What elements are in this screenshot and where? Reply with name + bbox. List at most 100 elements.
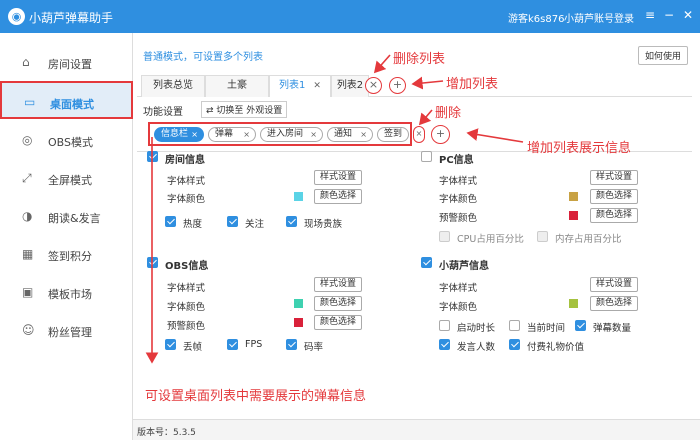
font-style-label: 字体样式: [167, 283, 206, 294]
annotation-delete: 删除: [435, 106, 462, 121]
warn-color-select-button[interactable]: 颜色选择: [590, 208, 638, 223]
delete-list-button[interactable]: ×: [365, 77, 382, 94]
follow-checkbox[interactable]: [227, 216, 238, 227]
hulu-info-checkbox[interactable]: [421, 257, 432, 268]
current-time-checkbox[interactable]: [509, 320, 520, 331]
heat-label: 热度: [183, 219, 203, 230]
sidebar-item-label: 签到积分: [48, 250, 92, 263]
color-select-button[interactable]: 颜色选择: [314, 189, 362, 204]
sidebar-item-label: 全屏模式: [48, 174, 92, 187]
font-color-swatch: [569, 192, 578, 201]
fps-label: FPS: [245, 339, 263, 350]
pc-info-checkbox[interactable]: [421, 151, 432, 162]
warn-color-select-button[interactable]: 颜色选择: [314, 315, 362, 330]
fps-checkbox[interactable]: [227, 339, 238, 350]
sidebar-item-checkin-points[interactable]: ▦ 签到积分: [0, 235, 133, 273]
tab-overview[interactable]: 列表总览: [141, 75, 205, 97]
guest-id: 游客k6s876: [508, 14, 565, 25]
memory-checkbox[interactable]: [537, 231, 548, 242]
color-select-button[interactable]: 颜色选择: [590, 296, 638, 311]
tag-info-bar[interactable]: 信息栏 ×: [154, 127, 204, 142]
style-settings-button[interactable]: 样式设置: [590, 277, 638, 292]
uptime-checkbox[interactable]: [439, 320, 450, 331]
warn-color-label: 预警颜色: [439, 213, 478, 224]
tag-notify[interactable]: 通知 ×: [327, 127, 373, 142]
tab-label: 列表总览: [153, 80, 193, 91]
tab-label: 列表2: [336, 80, 364, 91]
color-select-button[interactable]: 颜色选择: [314, 296, 362, 311]
help-button[interactable]: 如何使用: [638, 46, 689, 65]
sidebar-item-label: 朗读&发言: [48, 212, 101, 225]
font-style-label: 字体样式: [439, 176, 478, 187]
switch-label: 切换至 外观设置: [216, 106, 283, 116]
mode-description: 普通模式，可设置多个列表: [143, 52, 263, 63]
speaker-count-checkbox[interactable]: [439, 339, 450, 350]
memory-label: 内存占用百分比: [555, 234, 622, 245]
add-list-button[interactable]: +: [389, 77, 406, 94]
bitrate-label: 码率: [304, 342, 324, 353]
tag-checkin[interactable]: 签到: [377, 127, 409, 142]
bitrate-checkbox[interactable]: [286, 339, 297, 350]
style-settings-button[interactable]: 样式设置: [590, 170, 638, 185]
tab-tuhao[interactable]: 土豪: [205, 75, 269, 97]
dropped-frames-checkbox[interactable]: [165, 339, 176, 350]
close-tag-icon[interactable]: ×: [310, 128, 317, 141]
title-bar: ◉ 小葫芦弹幕助手 游客k6s876 小葫芦账号登录 ≡ − ✕: [0, 0, 700, 33]
close-tag-icon[interactable]: ×: [360, 128, 367, 141]
style-settings-button[interactable]: 样式设置: [314, 277, 362, 292]
obs-info-checkbox[interactable]: [147, 257, 158, 268]
home-icon: ⌂: [22, 55, 30, 69]
danmaku-count-checkbox[interactable]: [575, 320, 586, 331]
add-tag-button[interactable]: +: [431, 125, 450, 144]
sidebar-item-label: 粉丝管理: [48, 326, 92, 339]
market-icon: ▣: [22, 285, 34, 299]
sidebar-item-template-market[interactable]: ▣ 模板市场: [0, 273, 133, 311]
close-tag-icon[interactable]: ×: [191, 128, 198, 141]
heat-checkbox[interactable]: [165, 216, 176, 227]
tag-enter-room[interactable]: 进入房间 ×: [260, 127, 323, 142]
paid-gift-checkbox[interactable]: [509, 339, 520, 350]
speaker-count-label: 发言人数: [457, 342, 496, 353]
section-title: 功能设置: [143, 107, 183, 118]
close-tag-icon[interactable]: ×: [243, 128, 250, 141]
tag-danmaku[interactable]: 弹幕 ×: [208, 127, 256, 142]
list-tabs: 列表总览 土豪 列表1 ✕ 列表2: [137, 75, 692, 97]
close-icon[interactable]: ✕: [683, 8, 693, 22]
sidebar-item-obs-mode[interactable]: ◎ OBS模式: [0, 121, 133, 159]
style-settings-button[interactable]: 样式设置: [314, 170, 362, 185]
warn-color-swatch: [569, 211, 578, 220]
cpu-label: CPU占用百分比: [457, 234, 524, 245]
dropped-frames-label: 丢帧: [183, 342, 203, 353]
color-select-button[interactable]: 颜色选择: [590, 189, 638, 204]
annotation-add-list: 增加列表: [446, 77, 499, 92]
tag-label: 签到: [384, 129, 403, 139]
room-info-checkbox[interactable]: [147, 151, 158, 162]
font-color-label: 字体颜色: [439, 302, 478, 313]
menu-icon[interactable]: ≡: [645, 8, 655, 22]
paid-gift-label: 付费礼物价值: [527, 342, 585, 353]
pc-info-title: PC信息: [439, 155, 474, 166]
delete-tag-button[interactable]: ×: [413, 126, 425, 143]
sidebar-item-label: 桌面模式: [50, 98, 94, 111]
cpu-checkbox[interactable]: [439, 231, 450, 242]
sidebar-item-read-speak[interactable]: ◑ 朗读&发言: [0, 197, 133, 235]
warn-color-label: 预警颜色: [167, 321, 206, 332]
sidebar-item-fullscreen-mode[interactable]: ⤢ 全屏模式: [0, 159, 133, 197]
sidebar-item-room-settings[interactable]: ⌂ 房间设置: [0, 43, 133, 81]
tab-list2[interactable]: 列表2: [331, 75, 369, 97]
close-tab-icon[interactable]: ✕: [313, 81, 321, 91]
live-nobles-checkbox[interactable]: [286, 216, 297, 227]
annotation-delete-list: 删除列表: [393, 52, 446, 67]
sidebar-item-desktop-mode[interactable]: ▭ 桌面模式: [0, 81, 133, 119]
sidebar-item-fans-management[interactable]: ☺ 粉丝管理: [0, 311, 133, 349]
font-color-label: 字体颜色: [439, 194, 478, 205]
login-link[interactable]: 小葫芦账号登录: [564, 10, 634, 25]
minimize-icon[interactable]: −: [664, 8, 674, 22]
font-style-label: 字体样式: [439, 283, 478, 294]
calendar-icon: ▦: [22, 247, 34, 261]
tab-list1[interactable]: 列表1 ✕: [269, 75, 331, 97]
annotation-add-info: 增加列表展示信息: [527, 141, 632, 156]
switch-appearance-button[interactable]: ⇄ 切换至 外观设置: [201, 101, 288, 118]
uptime-label: 启动时长: [457, 323, 496, 334]
font-color-label: 字体颜色: [167, 302, 206, 313]
